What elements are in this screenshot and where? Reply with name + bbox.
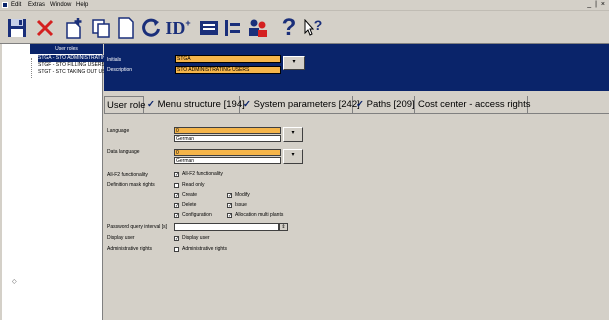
data-language-code-input[interactable]: 0: [174, 149, 281, 156]
new-document-icon[interactable]: [62, 16, 86, 40]
checkbox-checked-icon: ✓: [227, 212, 233, 219]
initials-label: Initials: [107, 57, 122, 63]
administrative-rights-checkbox[interactable]: Administrative rights: [174, 246, 227, 252]
menu-window[interactable]: Window: [50, 2, 71, 8]
language-name-field: German: [174, 135, 281, 142]
menu-extras[interactable]: Extras: [28, 2, 45, 8]
card-icon[interactable]: [198, 16, 220, 40]
tree-item-stgt[interactable]: STGT - STC TAKING OUT USERS: [38, 69, 104, 76]
configuration-checkbox[interactable]: ✓ Configuration: [174, 212, 212, 218]
app-icon: [2, 2, 8, 8]
tree-header: User roles: [30, 44, 103, 54]
tab-menu-structure[interactable]: ✓ Menu structure [194]: [145, 96, 245, 114]
checkbox-unchecked-icon: [174, 182, 179, 188]
window-controls[interactable]: _ | ×: [587, 1, 606, 8]
checkbox-unchecked-icon: [174, 246, 179, 252]
tree-item-stgf[interactable]: STGF - STO FILLING USERS: [38, 62, 104, 69]
collapse-arrow-icon[interactable]: ◇: [12, 278, 17, 285]
password-interval-input[interactable]: [174, 223, 279, 231]
delete-checkbox[interactable]: ✓ Delete: [174, 202, 196, 208]
initials-input[interactable]: STGA: [175, 55, 281, 63]
refresh-icon[interactable]: [140, 16, 162, 40]
menu-bar: Edit Extras Window Help _ | ×: [0, 0, 609, 11]
copy-icon[interactable]: [90, 16, 112, 40]
create-checkbox[interactable]: ✓ Create: [174, 192, 197, 198]
display-user-checkbox[interactable]: ✓ Display user: [174, 235, 210, 241]
display-user-label: Display user: [107, 235, 135, 241]
tab-bar: User role ✓ Menu structure [194] ✓ Syste…: [104, 96, 609, 114]
user-roles-tree: User roles STGA - STO ADMINISTRATING USE…: [2, 44, 104, 320]
check-icon: ✓: [243, 99, 251, 110]
read-only-checkbox[interactable]: Read only: [174, 182, 205, 188]
help-icon[interactable]: ?: [280, 14, 298, 41]
menu-help[interactable]: Help: [76, 2, 88, 8]
administrative-rights-label: Administrative rights: [107, 246, 153, 252]
data-language-name-field: German: [174, 157, 281, 164]
allf2-label: All-F2 functionality: [107, 172, 148, 178]
data-language-label: Data language: [107, 149, 140, 155]
delete-icon[interactable]: [34, 16, 56, 40]
checkbox-checked-icon: ✓: [227, 192, 233, 199]
tab-system-parameters[interactable]: ✓ System parameters [242]: [241, 96, 360, 114]
users-icon[interactable]: [246, 16, 270, 40]
tab-paths[interactable]: ✓ Paths [209]: [354, 96, 415, 114]
check-icon: ✓: [147, 99, 155, 110]
tree-connector: [31, 58, 32, 78]
allocation-multi-plants-checkbox[interactable]: ✓ Allocation multi plants: [227, 212, 283, 218]
description-input[interactable]: STO ADMINISTRATING USERS: [175, 66, 281, 74]
password-interval-spinner[interactable]: ⇕: [279, 223, 288, 231]
modify-checkbox[interactable]: ✓ Modify: [227, 192, 250, 198]
language-label: Language: [107, 128, 130, 134]
blank-page-icon[interactable]: [116, 16, 136, 40]
checkbox-checked-icon: ✓: [174, 202, 180, 209]
role-header-panel: Initials STGA Description STO ADMINISTRA…: [104, 44, 609, 91]
id-icon[interactable]: ID +: [165, 16, 191, 40]
check-icon: ✓: [356, 99, 364, 110]
data-language-dropdown-button[interactable]: ▾: [283, 149, 303, 164]
structure-icon[interactable]: [222, 16, 244, 40]
tab-cost-center-access-rights[interactable]: Cost center - access rights: [416, 96, 530, 114]
password-interval-label: Password query interval [s]: [107, 224, 168, 230]
checkbox-checked-icon: ✓: [227, 202, 233, 209]
checkbox-checked-icon: ✓: [174, 235, 180, 242]
toolbar: ID + ? ?: [0, 11, 609, 44]
header-dropdown-button[interactable]: ▾: [283, 56, 305, 70]
save-icon[interactable]: [6, 16, 28, 40]
language-code-input[interactable]: 0: [174, 127, 281, 134]
context-help-icon[interactable]: ?: [302, 16, 324, 40]
allf2-checkbox[interactable]: ✓ All-F2 functionality: [174, 171, 223, 177]
language-dropdown-button[interactable]: ▾: [283, 127, 303, 142]
description-label: Description: [107, 67, 133, 73]
tree-item-stga[interactable]: STGA - STO ADMINISTRATING USERS: [38, 55, 104, 62]
issue-checkbox[interactable]: ✓ Issue: [227, 202, 247, 208]
user-role-form: Language 0 German ▾ Data language 0 Germ…: [104, 113, 609, 320]
checkbox-checked-icon: ✓: [174, 212, 180, 219]
definition-mask-rights-label: Definition mask rights: [107, 182, 155, 188]
menu-edit[interactable]: Edit: [11, 2, 21, 8]
checkbox-checked-icon: ✓: [174, 192, 180, 199]
checkbox-checked-icon: ✓: [174, 171, 180, 178]
tab-user-role[interactable]: User role: [104, 96, 146, 114]
